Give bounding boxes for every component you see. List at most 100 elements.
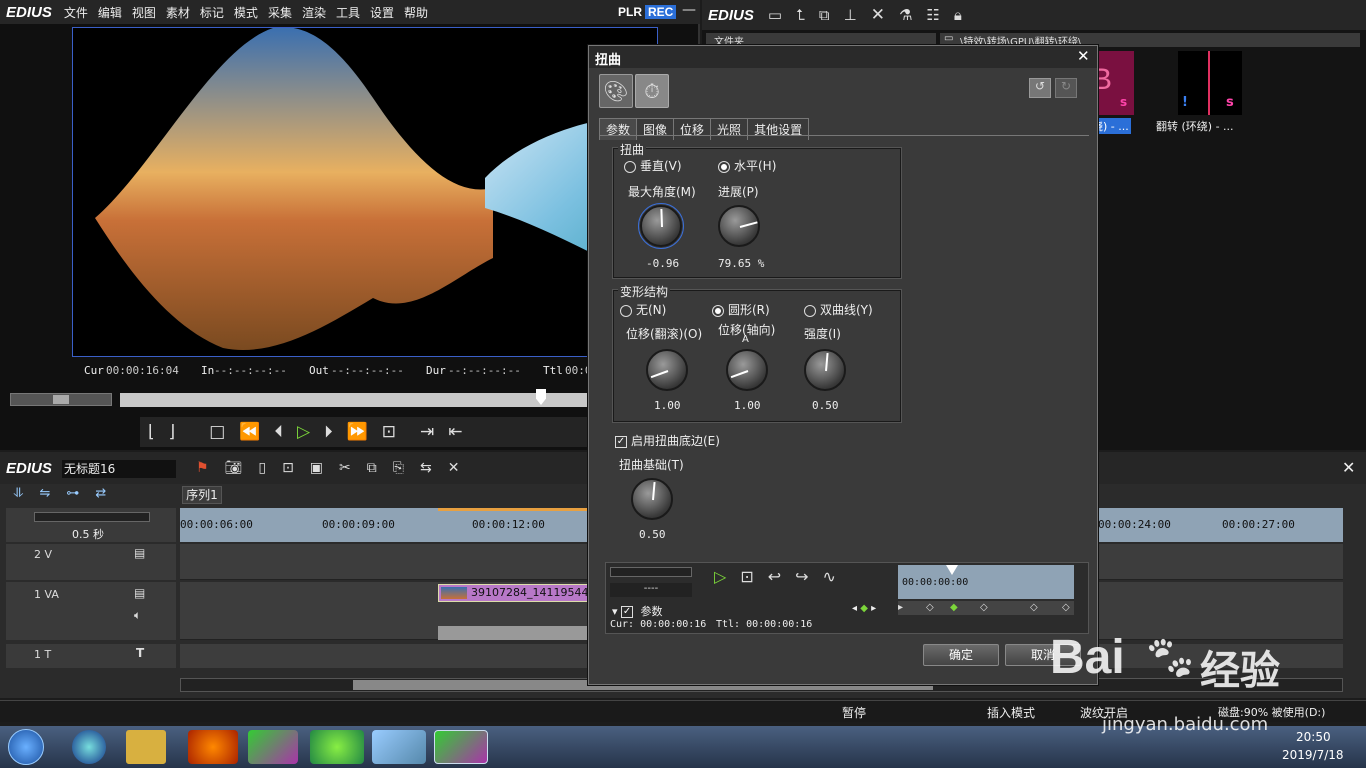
taskbar-app-icon[interactable] (372, 730, 426, 764)
kf-param-row[interactable]: ▾ ✓ 参数 (612, 603, 663, 619)
rewind-icon[interactable]: ⏪ (239, 422, 260, 442)
effects-icon[interactable]: ⚗ (899, 6, 912, 24)
copy-icon[interactable]: ⧉ (819, 6, 830, 24)
menu-file[interactable]: 文件 (64, 4, 88, 21)
rec-mode-button[interactable]: REC (645, 5, 677, 19)
folder-icon[interactable]: ▭ (768, 6, 782, 24)
overwrite-icon[interactable]: ⇤ (448, 422, 462, 442)
max-angle-knob[interactable] (638, 203, 684, 249)
play-icon[interactable]: ▷ (297, 422, 310, 442)
ok-button[interactable]: 确定 (923, 644, 999, 666)
plr-mode-button[interactable]: PLR (616, 5, 644, 19)
radio-horizontal-dot[interactable] (718, 160, 730, 173)
kf-dash-select[interactable]: ---- (610, 583, 692, 597)
offset-axis-knob[interactable] (726, 349, 768, 391)
enable-edge-check-icon[interactable]: ✓ (615, 435, 627, 448)
insert-icon[interactable]: ⇥ (420, 422, 434, 442)
radio-none[interactable]: 无(N) (620, 301, 666, 318)
step-forward-icon[interactable]: ⏵ (324, 422, 333, 442)
stopwatch-icon[interactable]: ⏱ (635, 74, 669, 108)
kf-ruler[interactable]: 00:00:00:00 (898, 565, 1074, 599)
stop-icon[interactable]: □ (209, 422, 225, 442)
track-tool-3-icon[interactable]: ⊶ (66, 486, 79, 506)
fast-forward-icon[interactable]: ⏩ (347, 422, 368, 442)
delete-clip-icon[interactable]: ✕ (448, 460, 460, 476)
zoom-slider[interactable] (34, 512, 150, 522)
delete-icon[interactable]: ✕ (871, 5, 885, 25)
kf-shuttle[interactable] (610, 567, 692, 577)
up-folder-icon[interactable]: ⮤ (796, 6, 805, 24)
cut-icon[interactable]: ✂ (339, 460, 351, 476)
keyframe-marker-4[interactable]: ◇ (980, 602, 988, 613)
keyframe-marker-5[interactable]: ◇ (1030, 602, 1038, 613)
loop-icon[interactable]: ⊡ (382, 422, 396, 442)
new-file-icon[interactable]: ▯ (258, 460, 266, 476)
paste-icon[interactable]: ⎘ (393, 460, 404, 476)
offset-roll-knob[interactable] (646, 349, 688, 391)
keyframe-marker-6[interactable]: ◇ (1062, 602, 1070, 613)
taskbar-firefox-icon[interactable] (188, 730, 238, 764)
start-button[interactable] (8, 729, 44, 765)
step-back-icon[interactable]: ⏴ (275, 422, 284, 442)
kf-back-icon[interactable]: ↩ (768, 567, 781, 586)
menu-clip[interactable]: 素材 (166, 4, 190, 21)
menu-capture[interactable]: 采集 (268, 4, 292, 21)
kf-play-icon[interactable]: ▷ (714, 567, 726, 586)
timeline-clip[interactable]: 39107284_14119544 (438, 584, 588, 602)
radio-hyperbolic[interactable]: 双曲线(Y) (804, 301, 873, 318)
track-tool-2-icon[interactable]: ⇋ (39, 486, 50, 506)
kf-graph-icon[interactable]: ∿ (823, 567, 836, 586)
redo-icon[interactable]: ↻ (1055, 78, 1077, 98)
menu-settings[interactable]: 设置 (370, 4, 394, 21)
sequence-tab[interactable]: 序列1 (182, 486, 222, 504)
kf-expand-icon[interactable]: ▾ (612, 605, 618, 618)
track-tool-4-icon[interactable]: ⇄ (95, 486, 106, 506)
taskbar-browser-icon[interactable] (310, 730, 364, 764)
shuttle-handle[interactable] (53, 395, 69, 404)
enable-edge-checkbox[interactable]: ✓ 启用扭曲底边(E) (615, 432, 720, 449)
taskbar-clock-date[interactable]: 2019/7/18 (1282, 748, 1344, 762)
tab-offset[interactable]: 位移 (673, 118, 712, 140)
taskbar-edius-icon[interactable] (248, 730, 298, 764)
menu-render[interactable]: 渲染 (302, 4, 326, 21)
radio-none-dot[interactable] (620, 304, 632, 317)
project-name-field[interactable]: 无标题16 (62, 460, 176, 478)
replace-icon[interactable]: ⇆ (420, 460, 432, 476)
menu-help[interactable]: 帮助 (404, 4, 428, 21)
effect-icon[interactable]: ⚑ (196, 460, 209, 476)
strength-knob[interactable] (804, 349, 846, 391)
kf-forward-icon[interactable]: ↪ (795, 567, 808, 586)
keyframe-marker-3[interactable]: ◆ (950, 602, 958, 613)
tab-image[interactable]: 图像 (636, 118, 675, 140)
radio-round-dot[interactable] (712, 304, 724, 317)
set-out-icon[interactable]: ⌋ (169, 422, 176, 442)
camera-icon[interactable]: 📷︎ (225, 460, 243, 476)
track-tool-1-icon[interactable]: ⥥ (14, 486, 23, 506)
track-1va-audio-icon[interactable]: 🔈︎ (134, 608, 141, 623)
keyframe-marker-2[interactable]: ◇ (926, 602, 934, 613)
menu-marker[interactable]: 标记 (200, 4, 224, 21)
kf-param-check-icon[interactable]: ✓ (621, 606, 634, 618)
title-track-icon[interactable]: T (136, 646, 144, 660)
timeline-close-icon[interactable]: ✕ (1342, 458, 1355, 477)
radio-vertical-dot[interactable] (624, 160, 636, 173)
radio-horizontal[interactable]: 水平(H) (718, 157, 776, 174)
track-2v-header[interactable]: 2 V ▤ (6, 544, 176, 580)
reset-icon[interactable]: ↺ (1029, 78, 1051, 98)
dialog-close-icon[interactable]: ✕ (1077, 47, 1090, 65)
menu-tools[interactable]: 工具 (336, 4, 360, 21)
set-in-icon[interactable]: ⌊ (148, 422, 155, 442)
track-1va-monitor-icon[interactable]: ▤ (134, 586, 145, 600)
taskbar-explorer-icon[interactable] (126, 730, 166, 764)
track-1t-header[interactable]: 1 T T (6, 644, 176, 668)
copy-clip-icon[interactable]: ⧉ (367, 460, 377, 476)
tab-lighting[interactable]: 光照 (710, 118, 749, 140)
base-knob[interactable] (631, 478, 673, 520)
kf-playhead[interactable] (946, 565, 958, 575)
radio-hyperbolic-dot[interactable] (804, 304, 816, 317)
view-icon[interactable]: ☷ (926, 6, 939, 24)
menu-view[interactable]: 视图 (132, 4, 156, 21)
position-bar[interactable] (120, 393, 590, 407)
save-icon[interactable]: ▣ (310, 460, 323, 476)
kf-track[interactable]: ▸ ◇ ◆ ◇ ◇ ◇ (898, 601, 1074, 615)
